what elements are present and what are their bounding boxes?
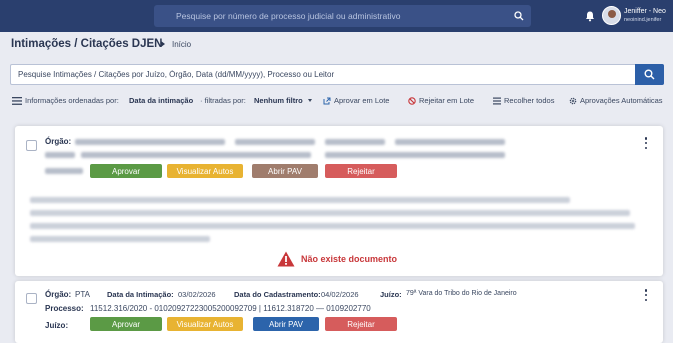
sort-info: Informações ordenadas por: xyxy=(12,96,119,105)
collapse-icon xyxy=(493,97,501,104)
reject-batch-link[interactable]: Rejeitar em Lote xyxy=(408,96,474,105)
sort-prefix: Informações ordenadas por: xyxy=(25,96,119,105)
user-name[interactable]: Jeniffer - Neo xyxy=(624,8,666,15)
intimacoes-search xyxy=(10,64,664,85)
redacted-text xyxy=(81,152,311,158)
intimacao-date-value: 03/02/2026 xyxy=(178,290,216,299)
redacted-text xyxy=(235,139,315,145)
intimacao-date-label: Data da Intimação: xyxy=(107,290,174,299)
orgao-label: Órgão: xyxy=(45,137,72,146)
no-document-text: Não existe documento xyxy=(301,254,398,264)
ban-icon xyxy=(408,96,416,105)
orgao-value: PTA xyxy=(75,290,90,299)
filter-bar: Informações ordenadas por: Data da intim… xyxy=(12,96,667,108)
intimacao-card: Órgão: PTA Data da Intimação: 03/02/2026… xyxy=(15,281,663,343)
sort-dropdown[interactable]: Data da intimação xyxy=(129,96,193,105)
external-link-icon xyxy=(323,97,331,104)
no-document-warning: Não existe documento xyxy=(277,251,397,267)
approve-button[interactable]: Aprovar xyxy=(90,164,162,178)
reject-batch-label[interactable]: Rejeitar em Lote xyxy=(419,96,474,105)
approve-button[interactable]: Aprovar xyxy=(90,317,162,331)
open-pav-button[interactable]: Abrir PAV xyxy=(253,317,319,331)
page-title: Intimações / Citações DJEN xyxy=(11,38,163,50)
redacted-text xyxy=(30,236,210,242)
top-navbar: Jeniffer - Neo neoinind.jenifer xyxy=(0,0,673,32)
search-icon[interactable] xyxy=(507,5,531,27)
redacted-text xyxy=(30,223,635,229)
cadastro-date-label: Data do Cadastramento: xyxy=(234,290,321,299)
orgao-label: Órgão: xyxy=(45,290,72,299)
view-records-button[interactable]: Visualizar Autos xyxy=(167,317,243,331)
filter-info: · filtradas por: xyxy=(200,96,246,105)
chevron-down-icon xyxy=(307,99,312,102)
approve-batch-link[interactable]: Aprovar em Lote xyxy=(323,96,389,105)
juizo-value: 79ª Vara do Tribo do Rio de Janeiro xyxy=(406,290,517,297)
card-checkbox[interactable] xyxy=(26,293,37,304)
sort-value[interactable]: Data da intimação xyxy=(129,96,193,105)
more-options-icon[interactable] xyxy=(644,289,648,301)
processo-value[interactable]: 11512.316/2020 - 01020927223005200092709… xyxy=(90,304,371,313)
gear-icon xyxy=(569,97,577,104)
filter-prefix: · filtradas por: xyxy=(200,96,246,105)
redacted-text xyxy=(325,152,505,158)
juizo-label: Juízo: xyxy=(45,321,69,330)
collapse-all-link[interactable]: Recolher todos xyxy=(493,96,554,105)
redacted-text xyxy=(325,139,385,145)
user-login: neoinind.jenifer xyxy=(624,17,662,23)
redacted-text xyxy=(395,139,505,145)
processo-label: Processo: xyxy=(45,304,84,313)
breadcrumb-home[interactable]: Início xyxy=(172,40,191,49)
redacted-text xyxy=(30,210,630,216)
cadastro-date-value: 04/02/2026 xyxy=(321,290,359,299)
reject-button[interactable]: Rejeitar xyxy=(325,317,397,331)
redacted-text xyxy=(75,139,225,145)
auto-approvals-link[interactable]: Aprovações Automáticas xyxy=(569,96,663,105)
redacted-text xyxy=(45,152,75,158)
intimacao-card: Órgão: Aprovar Visualizar Autos Abrir PA… xyxy=(15,126,663,276)
bell-icon[interactable] xyxy=(584,10,596,22)
search-button[interactable] xyxy=(635,64,664,85)
filter-dropdown[interactable]: Nenhum filtro xyxy=(254,96,312,105)
global-search xyxy=(154,5,531,27)
collapse-all-label[interactable]: Recolher todos xyxy=(504,96,554,105)
warning-icon xyxy=(277,251,295,267)
juizo-label: Juízo: xyxy=(380,290,402,299)
reject-button[interactable]: Rejeitar xyxy=(325,164,397,178)
search-icon xyxy=(644,69,655,80)
more-options-icon[interactable] xyxy=(644,137,648,149)
breadcrumb-caret-icon xyxy=(161,41,165,47)
view-records-button[interactable]: Visualizar Autos xyxy=(167,164,243,178)
global-search-input[interactable] xyxy=(154,11,507,21)
redacted-text xyxy=(30,197,570,203)
redacted-text xyxy=(45,168,83,174)
auto-approvals-label[interactable]: Aprovações Automáticas xyxy=(580,96,663,105)
list-icon xyxy=(12,96,22,105)
avatar[interactable] xyxy=(602,6,621,25)
intimacoes-search-input[interactable] xyxy=(11,65,636,84)
card-checkbox[interactable] xyxy=(26,140,37,151)
open-pav-button[interactable]: Abrir PAV xyxy=(252,164,318,178)
filter-value[interactable]: Nenhum filtro xyxy=(254,96,303,105)
approve-batch-label[interactable]: Aprovar em Lote xyxy=(334,96,389,105)
